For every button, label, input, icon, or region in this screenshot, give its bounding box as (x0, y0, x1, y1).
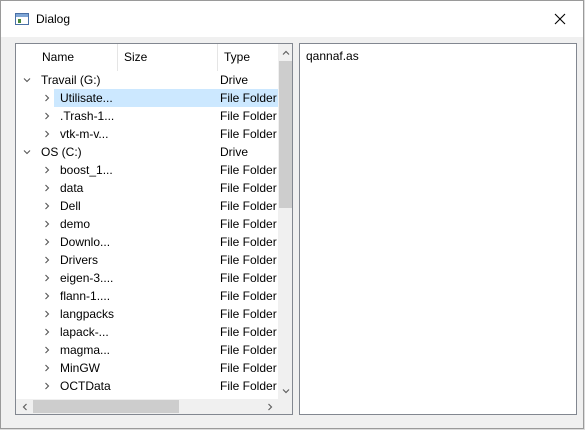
tree-row-folder[interactable]: demo File Folder (16, 215, 278, 233)
tree-row-folder[interactable]: Downlo... File Folder (16, 233, 278, 251)
tree-item-type: File Folder (220, 163, 277, 177)
tree-item-name: demo (60, 217, 91, 231)
chevron-right-icon[interactable] (42, 341, 52, 359)
chevron-left-icon (22, 403, 27, 410)
tree-row-folder[interactable]: lapack-... File Folder (16, 323, 278, 341)
scrollbar-corner (278, 399, 292, 414)
horizontal-scroll-thumb[interactable] (33, 400, 179, 413)
tree-row-folder[interactable]: Utilisate... File Folder (16, 89, 278, 107)
scroll-down-button[interactable] (278, 382, 292, 399)
tree-item-type: File Folder (220, 307, 277, 321)
tree-item-type: File Folder (220, 361, 277, 375)
tree-item-name: Travail (G:) (41, 73, 101, 87)
chevron-down-icon[interactable] (22, 143, 32, 161)
vertical-scroll-thumb[interactable] (279, 61, 292, 208)
close-button[interactable] (537, 1, 583, 37)
chevron-right-icon (267, 403, 272, 410)
text-content: qannaf.as (306, 49, 359, 63)
chevron-right-icon[interactable] (42, 251, 52, 269)
tree-item-type: File Folder (220, 127, 277, 141)
tree-row-folder[interactable]: .Trash-1... File Folder (16, 107, 278, 125)
tree-item-type: File Folder (220, 109, 277, 123)
tree-row-folder[interactable]: Dell File Folder (16, 197, 278, 215)
tree-row-folder[interactable]: langpacks File Folder (16, 305, 278, 323)
tree-item-type: File Folder (220, 199, 277, 213)
tree-row-folder[interactable]: eigen-3.... File Folder (16, 269, 278, 287)
tree-row-folder[interactable]: vtk-m-v... File Folder (16, 125, 278, 143)
close-icon (554, 13, 566, 25)
tree-item-type: File Folder (220, 325, 277, 339)
tree-item-name: eigen-3.... (60, 271, 114, 285)
chevron-up-icon (282, 50, 289, 55)
scroll-up-button[interactable] (278, 44, 292, 61)
chevron-right-icon[interactable] (42, 215, 52, 233)
column-header-type[interactable]: Type (218, 44, 278, 71)
tree-item-name: OS (C:) (41, 145, 82, 159)
chevron-right-icon[interactable] (42, 197, 52, 215)
scroll-left-button[interactable] (16, 399, 33, 414)
vertical-scrollbar[interactable] (278, 44, 292, 399)
column-header-name[interactable]: Name (36, 44, 118, 71)
tree-item-type: File Folder (220, 217, 277, 231)
tree-item-name: magma... (60, 343, 111, 357)
tree-row-folder[interactable]: data File Folder (16, 179, 278, 197)
tree-item-name: Downlo... (60, 235, 111, 249)
chevron-right-icon[interactable] (42, 323, 52, 341)
file-tree-view[interactable]: Name Size Type Travail (G:) Drive Utilisat… (15, 43, 293, 415)
tree-item-type: File Folder (220, 289, 277, 303)
tree-item-name: boost_1... (60, 163, 113, 177)
chevron-right-icon[interactable] (42, 287, 52, 305)
window-icon (15, 13, 29, 25)
tree-item-type: File Folder (220, 343, 277, 357)
tree-item-type: File Folder (220, 235, 277, 249)
tree-item-type: File Folder (220, 271, 277, 285)
tree-row-folder[interactable]: magma... File Folder (16, 341, 278, 359)
scroll-right-button[interactable] (261, 399, 278, 414)
tree-row-folder[interactable]: MinGW File Folder (16, 359, 278, 377)
tree-item-name: Utilisate... (60, 91, 113, 105)
text-view[interactable]: qannaf.as (299, 43, 577, 415)
chevron-right-icon[interactable] (42, 125, 52, 143)
chevron-right-icon[interactable] (42, 359, 52, 377)
chevron-right-icon[interactable] (42, 161, 52, 179)
tree-item-name: flann-1.... (60, 289, 111, 303)
tree-item-name: Drivers (60, 253, 98, 267)
tree-item-type: File Folder (220, 91, 277, 105)
tree-item-type: File Folder (220, 181, 277, 195)
chevron-right-icon[interactable] (42, 89, 52, 107)
tree-item-name: langpacks (60, 307, 115, 321)
tree-item-name: MinGW (60, 361, 100, 375)
chevron-right-icon[interactable] (42, 179, 52, 197)
tree-row-folder[interactable]: OCTData File Folder (16, 377, 278, 395)
column-header-size[interactable]: Size (118, 44, 218, 71)
tree-item-name: .Trash-1... (60, 109, 115, 123)
horizontal-scrollbar[interactable] (16, 399, 278, 414)
chevron-right-icon[interactable] (42, 269, 52, 287)
tree-item-name: vtk-m-v... (60, 127, 109, 141)
tree-item-name: Dell (60, 199, 81, 213)
tree-header: Name Size Type (16, 44, 278, 71)
tree-item-name: OCTData (60, 379, 111, 393)
tree-row-drive[interactable]: OS (C:) Drive (16, 143, 278, 161)
tree-item-type: File Folder (220, 379, 277, 393)
tree-item-type: Drive (220, 145, 249, 159)
chevron-right-icon[interactable] (42, 107, 52, 125)
tree-row-folder[interactable]: flann-1.... File Folder (16, 287, 278, 305)
chevron-right-icon[interactable] (42, 377, 52, 395)
chevron-down-icon (282, 388, 289, 393)
window-title: Dialog (36, 12, 71, 26)
tree-item-name: data (60, 181, 84, 195)
tree-item-type: Drive (220, 73, 249, 87)
tree-item-type: File Folder (220, 253, 277, 267)
chevron-right-icon[interactable] (42, 305, 52, 323)
title-bar: Dialog (1, 1, 583, 37)
tree-item-name: lapack-... (60, 325, 109, 339)
tree-row-folder[interactable]: Drivers File Folder (16, 251, 278, 269)
tree-row-folder[interactable]: boost_1... File Folder (16, 161, 278, 179)
tree-row-drive[interactable]: Travail (G:) Drive (16, 71, 278, 89)
chevron-right-icon[interactable] (42, 233, 52, 251)
chevron-down-icon[interactable] (22, 71, 32, 89)
